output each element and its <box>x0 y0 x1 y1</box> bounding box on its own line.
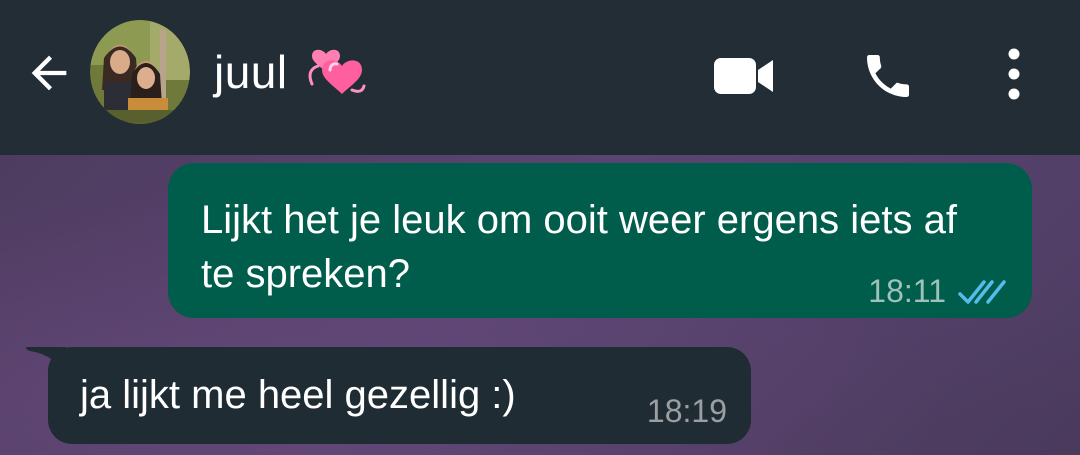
double-check-icon <box>958 279 1006 304</box>
back-button[interactable] <box>20 44 78 102</box>
contact-avatar[interactable] <box>90 20 190 124</box>
arrow-left-icon <box>31 55 67 91</box>
bubble-tail <box>26 347 66 377</box>
chat-messages[interactable]: Lijkt het je leuk om ooit weer ergens ie… <box>0 155 1080 455</box>
voice-call-button[interactable] <box>852 40 924 112</box>
contact-name: juul <box>214 46 288 98</box>
more-options-button[interactable] <box>990 38 1038 110</box>
video-call-button[interactable] <box>706 48 782 104</box>
message-time: 18:19 <box>646 393 727 429</box>
message-meta: 18:11 <box>868 273 1006 310</box>
revolving-hearts-icon <box>308 49 366 94</box>
phone-icon <box>867 55 909 97</box>
contact-title[interactable]: juul <box>214 40 366 104</box>
more-vertical-icon <box>1008 48 1020 100</box>
message-time: 18:11 <box>868 273 946 309</box>
outgoing-message[interactable]: Lijkt het je leuk om ooit weer ergens ie… <box>168 163 1032 318</box>
incoming-message[interactable]: ja lijkt me heel gezellig :) 18:19 <box>26 347 751 444</box>
avatar-photo <box>90 20 190 124</box>
message-text: ja lijkt me heel gezellig :) <box>80 373 516 417</box>
video-camera-icon <box>714 58 773 94</box>
chat-header: juul <box>0 0 1080 155</box>
